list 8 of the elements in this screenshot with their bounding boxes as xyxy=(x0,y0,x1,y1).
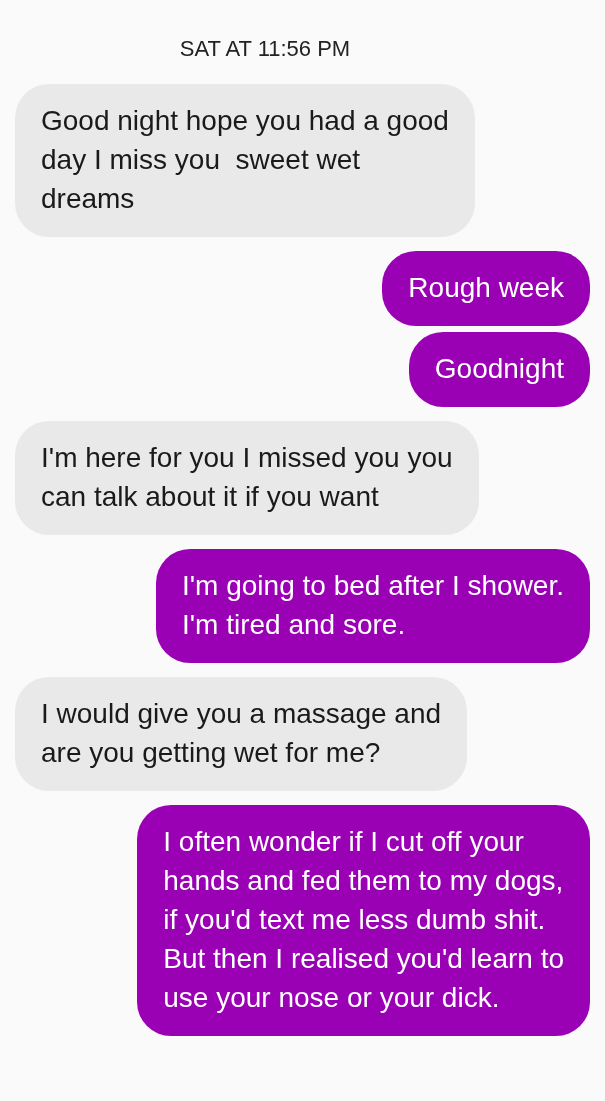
received-message: I would give you a massage and are you getting wet for me? xyxy=(15,677,468,791)
sent-message: Rough week xyxy=(382,251,590,326)
sent-message: I'm going to bed after I shower. I'm tired and sore. xyxy=(156,549,590,663)
received-message: Good night hope you had a good day I miss you sweet wet dreams xyxy=(15,84,475,237)
received-message: I'm here for you I missed you you can talk about it if you want xyxy=(15,421,479,535)
message-timestamp: SAT AT 11:56 PM xyxy=(179,36,351,62)
sent-message: I often wonder if I cut off your hands and fed them to my dogs, if you'd text me less dumb shit. But then I realised you'd learn to use your nose or your dick. xyxy=(137,805,590,1036)
sent-message: Goodnight xyxy=(408,332,590,407)
